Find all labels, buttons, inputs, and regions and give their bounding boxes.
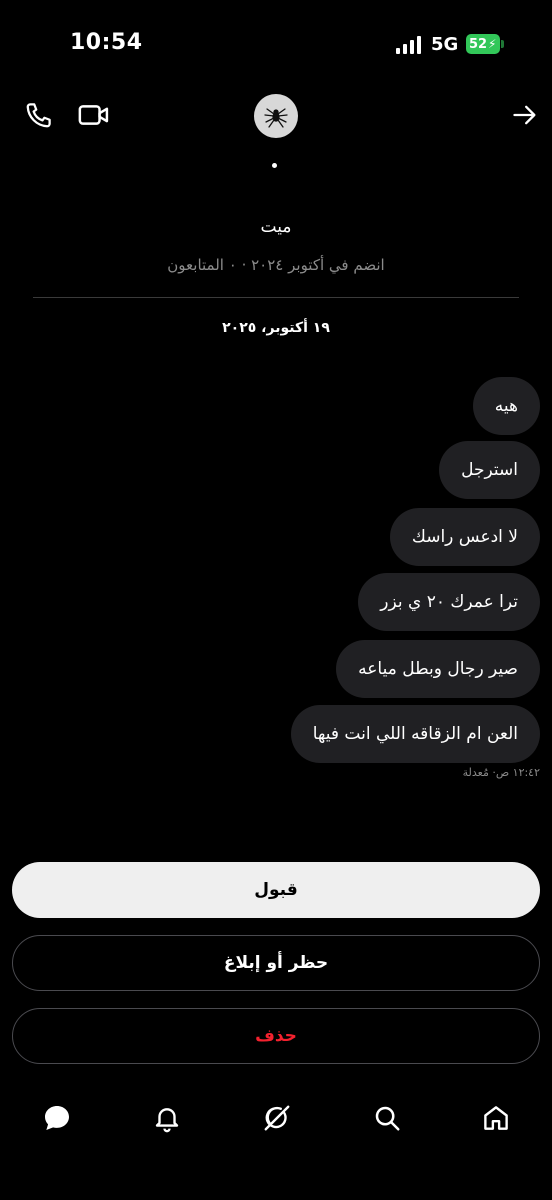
status-time: 10:54	[70, 30, 143, 55]
arrow-right-icon	[513, 105, 536, 125]
message-bubble[interactable]: صير رجال وبطل مياعه	[336, 640, 540, 698]
message-bubble[interactable]: لا ادعس راسك	[389, 508, 540, 566]
nav-messages[interactable]	[39, 1100, 75, 1136]
home-icon	[484, 1106, 508, 1130]
dm-screen: 10:54 5G 52 ⚡ ميت انضم في أكتوبر ٢٠٢٤ · …	[0, 0, 552, 1200]
video-call-button[interactable]	[76, 98, 112, 132]
conversation-date: ١٩ أكتوبر، ٢٠٢٥	[222, 320, 330, 336]
signal-icon	[396, 36, 421, 54]
nav-home[interactable]	[478, 1100, 514, 1136]
block-report-button[interactable]: حظر أو إبلاغ	[12, 935, 540, 991]
separator-dot	[272, 163, 277, 168]
charging-bolt-icon: ⚡	[488, 37, 497, 51]
phone-icon	[26, 103, 51, 128]
avatar[interactable]	[254, 94, 298, 138]
nav-grok[interactable]	[259, 1100, 295, 1136]
grok-icon	[264, 1105, 290, 1131]
divider	[33, 297, 519, 298]
battery-level: 52	[469, 36, 488, 52]
message-bubble[interactable]: استرجل	[439, 441, 540, 499]
nav-search[interactable]	[369, 1100, 405, 1136]
network-type: 5G	[431, 34, 459, 55]
accept-button[interactable]: قبول	[12, 862, 540, 918]
video-icon	[78, 105, 109, 125]
delete-button[interactable]: حذف	[12, 1008, 540, 1064]
message-bubble[interactable]: هيه	[472, 377, 540, 435]
back-button[interactable]	[508, 98, 542, 132]
notifications-icon	[155, 1108, 179, 1133]
messages-icon	[45, 1106, 69, 1130]
nav-notifications[interactable]	[149, 1100, 185, 1136]
message-bubble[interactable]: العن ام الزقاقه اللي انت فيها	[290, 705, 540, 763]
message-bubble[interactable]: ترا عمرك ٢٠ ي بزر	[358, 573, 540, 631]
profile-name[interactable]: ميت	[0, 217, 552, 237]
message-timestamp: ١٢:٤٢ ص· مُعدلة	[462, 766, 540, 779]
profile-joined-info: انضم في أكتوبر ٢٠٢٤ · ٠ المتابعون	[167, 256, 385, 274]
status-bar: 10:54 5G 52 ⚡	[0, 0, 552, 90]
phone-call-button[interactable]	[22, 98, 56, 132]
spider-icon	[264, 108, 288, 128]
battery-icon: 52 ⚡	[466, 34, 504, 54]
search-icon	[375, 1106, 400, 1131]
